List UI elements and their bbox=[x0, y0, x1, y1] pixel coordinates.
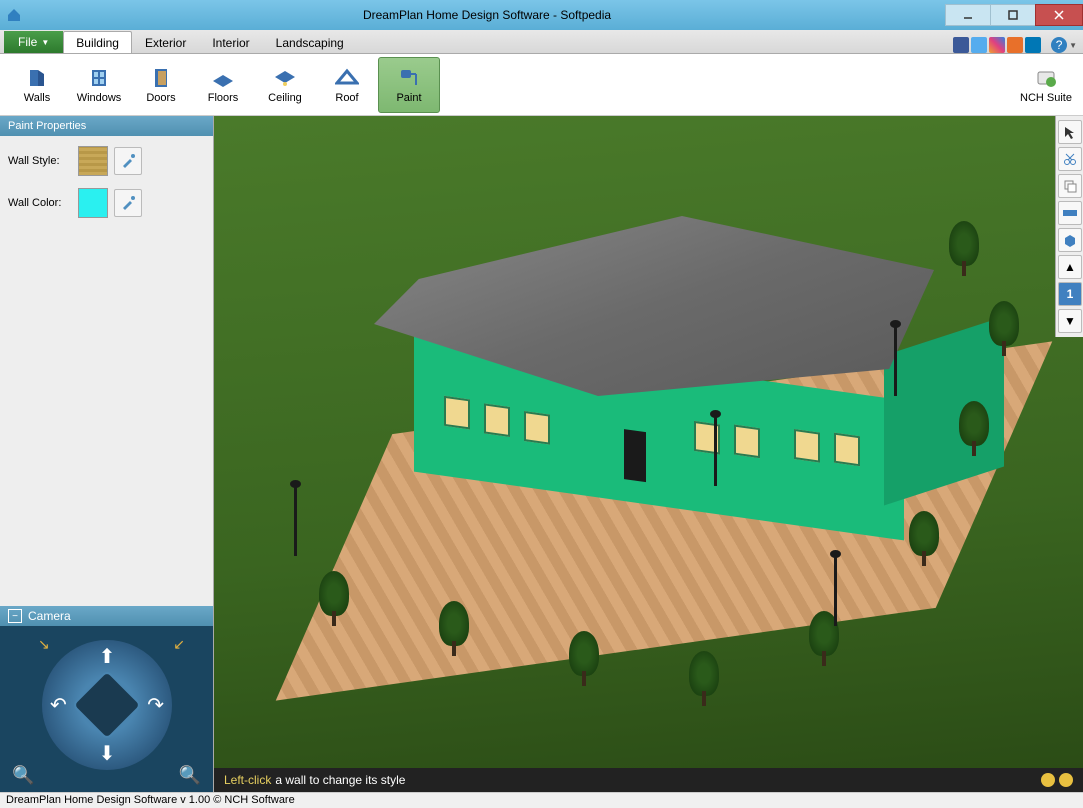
select-tool[interactable] bbox=[1058, 120, 1082, 144]
properties-panel-header: Paint Properties bbox=[0, 116, 213, 136]
hint-plus-icon[interactable] bbox=[1041, 773, 1055, 787]
wall-color-label: Wall Color: bbox=[8, 197, 72, 209]
maximize-button[interactable] bbox=[990, 4, 1036, 26]
hint-minus-icon[interactable] bbox=[1059, 773, 1073, 787]
nch-icon bbox=[1034, 66, 1058, 90]
camera-pan-center[interactable] bbox=[72, 670, 143, 741]
stumble-icon[interactable] bbox=[1007, 37, 1023, 53]
windows-button[interactable]: Windows bbox=[68, 57, 130, 113]
tab-interior[interactable]: Interior bbox=[199, 31, 262, 53]
story-up-button[interactable]: ▲ bbox=[1058, 255, 1082, 279]
app-icon bbox=[6, 7, 22, 23]
title-bar: DreamPlan Home Design Software - Softped… bbox=[0, 0, 1083, 30]
window-title: DreamPlan Home Design Software - Softped… bbox=[28, 8, 946, 22]
windows-icon bbox=[87, 66, 111, 90]
zoom-in-icon[interactable]: 🔍 bbox=[179, 765, 201, 786]
camera-panel-header[interactable]: − Camera bbox=[0, 606, 213, 626]
house-model bbox=[374, 216, 934, 496]
file-menu[interactable]: File▼ bbox=[4, 31, 63, 53]
roof-button[interactable]: Roof bbox=[316, 57, 378, 113]
copy-tool[interactable] bbox=[1058, 174, 1082, 198]
share-icon[interactable] bbox=[989, 37, 1005, 53]
ceiling-button[interactable]: Ceiling bbox=[254, 57, 316, 113]
tab-exterior[interactable]: Exterior bbox=[132, 31, 199, 53]
box-view-tool[interactable] bbox=[1058, 228, 1082, 252]
wall-style-swatch[interactable] bbox=[78, 146, 108, 176]
camera-rotate-right-icon[interactable]: ↷ bbox=[147, 693, 164, 718]
floors-button[interactable]: Floors bbox=[192, 57, 254, 113]
tilt-left-icon[interactable]: ↘ bbox=[38, 636, 50, 653]
viewport-toolbar: ▲ 1 ▼ bbox=[1055, 116, 1083, 337]
close-button[interactable] bbox=[1035, 4, 1083, 26]
camera-rotate-left-icon[interactable]: ↶ bbox=[50, 693, 67, 718]
tab-building[interactable]: Building bbox=[63, 31, 132, 53]
wall-color-eyedropper[interactable] bbox=[114, 189, 142, 217]
zoom-out-icon[interactable]: 🔍 bbox=[12, 765, 34, 786]
camera-up-icon[interactable]: ⬆ bbox=[99, 644, 116, 669]
doors-icon bbox=[149, 66, 173, 90]
hint-text: a wall to change its style bbox=[275, 773, 405, 787]
linkedin-icon[interactable] bbox=[1025, 37, 1041, 53]
doors-button[interactable]: Doors bbox=[130, 57, 192, 113]
hint-highlight: Left-click bbox=[224, 773, 271, 787]
collapse-icon[interactable]: − bbox=[8, 609, 22, 623]
camera-down-icon[interactable]: ⬇ bbox=[99, 741, 116, 766]
paint-button[interactable]: Paint bbox=[378, 57, 440, 113]
facebook-icon[interactable] bbox=[953, 37, 969, 53]
camera-wheel[interactable]: ⬆ ⬇ ↶ ↷ bbox=[42, 640, 172, 770]
wall-view-tool[interactable] bbox=[1058, 201, 1082, 225]
camera-panel: ⬆ ⬇ ↶ ↷ ↘ ↙ 🔍 🔍 bbox=[0, 626, 213, 792]
hint-bar: Left-click a wall to change its style bbox=[214, 768, 1083, 792]
tab-bar: File▼ Building Exterior Interior Landsca… bbox=[0, 30, 1083, 54]
story-down-button[interactable]: ▼ bbox=[1058, 309, 1082, 333]
nch-suite-button[interactable]: NCH Suite bbox=[1015, 57, 1077, 113]
help-icon[interactable]: ? bbox=[1051, 37, 1067, 53]
minimize-button[interactable] bbox=[945, 4, 991, 26]
wall-color-swatch[interactable] bbox=[78, 188, 108, 218]
social-links: ? ▼ bbox=[953, 37, 1077, 53]
roof-icon bbox=[335, 66, 359, 90]
paint-icon bbox=[397, 66, 421, 90]
walls-button[interactable]: Walls bbox=[6, 57, 68, 113]
walls-icon bbox=[25, 66, 49, 90]
sidebar: Paint Properties Wall Style: Wall Color:… bbox=[0, 116, 214, 792]
wall-style-label: Wall Style: bbox=[8, 155, 72, 167]
floors-icon bbox=[211, 66, 235, 90]
ceiling-icon bbox=[273, 66, 297, 90]
wall-style-eyedropper[interactable] bbox=[114, 147, 142, 175]
3d-viewport[interactable]: ▲ 1 ▼ Left-click a wall to change its st… bbox=[214, 116, 1083, 792]
story-indicator[interactable]: 1 bbox=[1058, 282, 1082, 306]
ribbon: Walls Windows Doors Floors Ceiling Roof … bbox=[0, 54, 1083, 116]
cut-tool[interactable] bbox=[1058, 147, 1082, 171]
twitter-icon[interactable] bbox=[971, 37, 987, 53]
tab-landscaping[interactable]: Landscaping bbox=[263, 31, 357, 53]
status-bar: DreamPlan Home Design Software v 1.00 © … bbox=[0, 792, 1083, 808]
tilt-right-icon[interactable]: ↙ bbox=[173, 636, 185, 653]
